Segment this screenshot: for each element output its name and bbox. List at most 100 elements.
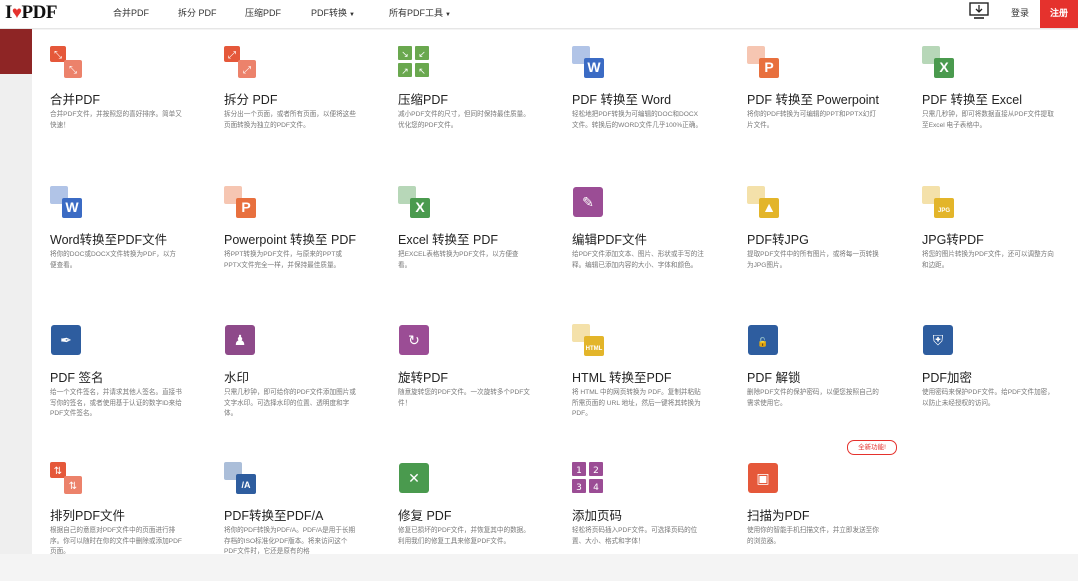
tool-card-watermark[interactable]: ♟ 水印只需几秒钟，即可给你的PDF文件添加图片或文字水印。可选择水印的位置、透… <box>206 308 380 443</box>
svg-text:⛨: ⛨ <box>933 333 944 349</box>
tool-card-powerpoint-to-pdf[interactable]: P Powerpoint 转换至 PDF 将PPT转换为PDF文件，与原来的PPT… <box>206 170 380 305</box>
svg-text:3: 3 <box>576 483 582 493</box>
svg-text:↘: ↘ <box>401 50 409 60</box>
tool-title: Powerpoint 转换至 PDF <box>224 233 356 247</box>
caret-down-icon: ▼ <box>349 12 355 18</box>
tool-title: 压缩PDF <box>398 93 449 107</box>
tool-title: 拆分 PDF <box>224 93 278 107</box>
tool-title: PDF 转换至 Word <box>572 93 672 107</box>
svg-text:↻: ↻ <box>408 333 420 349</box>
tool-card-rotate-pdf[interactable]: ↻ 旋转PDF 随意旋转您的PDF文件。一次旋转多个PDF文件！ <box>380 308 554 443</box>
tool-title: PDF 解锁 <box>747 371 801 385</box>
svg-text:▲: ▲ <box>762 199 776 215</box>
pdf-to-word-icon: W <box>572 46 604 78</box>
caret-down-icon: ▼ <box>445 12 451 18</box>
tool-title: 扫描为PDF <box>747 509 810 523</box>
tool-card-repair-pdf[interactable]: ✕ 修复 PDF 修复已损坏的PDF文件，并恢复其中的数据。利用我们的修复工具来修… <box>380 446 554 581</box>
svg-text:✎: ✎ <box>582 195 594 211</box>
tool-description: 给PDF文件添加文本、图片、形状或手写的注释。编辑已添加内容的大小、字体和颜色。 <box>572 251 704 269</box>
tool-card-pdf-to-pdfa[interactable]: /A PDF转换至PDF/A 将你的PDF转换为PDF/A。PDF/A是用于长期存… <box>206 446 380 581</box>
tool-card-pdf-to-excel[interactable]: X PDF 转换至 Excel 只需几秒钟，即可将数据直接从PDF文件提取至Exc… <box>904 30 1078 165</box>
svg-text:▣: ▣ <box>756 471 769 487</box>
tool-description: 将PPT转换为PDF文件，与原来的PPT或PPTX文件完全一样，并保持最佳质量。 <box>224 251 342 269</box>
tool-description: 只需几秒钟，即可给你的PDF文件添加图片或文字水印。可选择水印的位置、透明度和字… <box>224 389 356 417</box>
tool-card-edit-pdf[interactable]: ✎ 编辑PDF文件给PDF文件添加文本、图片、形状或手写的注释。编辑已添加内容的… <box>554 170 728 305</box>
tool-card-compress[interactable]: ↘ ↙ ↗ ↖ 压缩PDF 减小PDF文件的尺寸，但同时保持最佳质量。优化您的PD… <box>380 30 554 165</box>
svg-text:⤡: ⤡ <box>69 65 77 76</box>
svg-text:↙: ↙ <box>418 50 426 60</box>
tool-card-excel-to-pdf[interactable]: X Excel 转换至 PDF 把EXCEL表格转换为PDF文件，以方便查看。 <box>380 170 554 305</box>
svg-text:/A: /A <box>242 480 252 490</box>
tool-title: 添加页码 <box>572 509 623 523</box>
tool-card-pdf-to-jpg[interactable]: ▲ PDF转JPG 提取PDF文件中的所有图片，或将每一页转换为JPG图片。 <box>729 170 903 305</box>
tool-description: 删除PDF文件的保护密码，以便您按照自己的需求使用它。 <box>747 389 879 407</box>
svg-text:W: W <box>65 199 79 215</box>
tool-description: 使用你的智能手机扫描文件，并立即发送至你的浏览器。 <box>747 527 879 545</box>
tool-title: 旋转PDF <box>398 371 449 385</box>
protect-pdf-icon: ⛨ <box>922 324 954 356</box>
tool-description: 提取PDF文件中的所有图片，或将每一页转换为JPG图片。 <box>747 251 879 269</box>
tool-card-page-numbers[interactable]: 1 2 3 4 添加页码 轻松将页码插入PDF文件。可选择页码的位置、大小、格式和… <box>554 446 728 581</box>
repair-pdf-icon: ✕ <box>398 462 430 494</box>
tool-description: 随意旋转您的PDF文件。一次旋转多个PDF文件！ <box>398 389 530 407</box>
desktop-download-icon[interactable] <box>968 2 990 20</box>
tool-card-split[interactable]: ⤢ ⤢ 拆分 PDF 拆分出一个页面，或者所有页面，以便将这些页面转换为独立的PD… <box>206 30 380 165</box>
nav-split-pdf[interactable]: 拆分 PDF <box>178 0 217 28</box>
tool-title: 编辑PDF文件 <box>572 233 648 247</box>
logo-pdf: PDF <box>21 2 58 23</box>
tool-card-html-to-pdf[interactable]: HTML HTML 转换至PDF 将 HTML 中的网页转换为 PDF。复制并粘贴… <box>554 308 728 443</box>
tool-title: Word转换至PDF文件 <box>50 233 168 247</box>
tool-description: 减小PDF文件的尺寸，但同时保持最佳质量。优化您的PDF文件。 <box>398 111 530 129</box>
tool-title: 水印 <box>224 371 250 385</box>
nav-compress-pdf[interactable]: 压缩PDF <box>245 0 281 28</box>
svg-text:✒: ✒ <box>60 333 72 349</box>
svg-text:⤢: ⤢ <box>243 65 251 76</box>
tool-description: 轻松将页码插入PDF文件。可选择页码的位置、大小、格式和字体！ <box>572 527 698 545</box>
compress-icon: ↘ ↙ ↗ ↖ <box>398 46 430 78</box>
tool-title: Excel 转换至 PDF <box>398 233 499 247</box>
tool-card-protect-pdf[interactable]: ⛨ PDF加密 使用密码来保护PDF文件。给PDF文件加密，以防止未经授权的访问。 <box>904 308 1078 443</box>
new-feature-badge: 全新功能! <box>847 440 897 455</box>
pdf-to-pdfa-icon: /A <box>224 462 256 494</box>
login-link[interactable]: 登录 <box>1004 0 1036 28</box>
merge-icon: ⤡ ⤡ <box>50 46 82 78</box>
tool-description: 拆分出一个页面，或者所有页面，以便将这些页面转换为独立的PDF文件。 <box>224 111 356 129</box>
register-button[interactable]: 注册 <box>1040 0 1078 28</box>
ilovepdf-logo[interactable]: I♥PDF <box>5 2 57 24</box>
svg-text:↖: ↖ <box>418 67 426 77</box>
tool-title: PDF 转换至 Excel <box>922 93 1023 107</box>
svg-text:⇅: ⇅ <box>54 466 62 477</box>
watermark-icon: ♟ <box>224 324 256 356</box>
scan-to-pdf-icon: ▣ <box>747 462 779 494</box>
tool-title: PDF 转换至 Powerpoint <box>747 93 879 107</box>
pdf-to-jpg-icon: ▲ <box>747 186 779 218</box>
tool-description: 根据自己的意愿对PDF文件中的页面进行排序。你可以随时在你的文件中删除或添加PD… <box>50 527 182 555</box>
svg-text:⤡: ⤡ <box>54 50 62 61</box>
html-to-pdf-icon: HTML <box>572 324 604 356</box>
tool-description: 把EXCEL表格转换为PDF文件，以方便查看。 <box>398 251 519 269</box>
tool-card-pdf-to-word[interactable]: W PDF 转换至 Word 轻松地把PDF转换为可编辑的DOC和DOCX文件。转… <box>554 30 728 165</box>
tool-card-organize-pdf[interactable]: ⇅ ⇅ 排列PDF文件 根据自己的意愿对PDF文件中的页面进行排序。你可以随时在你… <box>32 446 206 581</box>
tool-card-word-to-pdf[interactable]: W Word转换至PDF文件将你的DOC或DOCX文件转换为PDF，以方便查看。 <box>32 170 206 305</box>
tool-card-pdf-to-powerpoint[interactable]: P PDF 转换至 Powerpoint 将你的PDF转换为可编辑的PPT和PPT… <box>729 30 903 165</box>
tool-description: 将你的DOC或DOCX文件转换为PDF，以方便查看。 <box>50 251 177 269</box>
tool-card-merge[interactable]: ⤡ ⤡ 合并PDF 合并PDF文件，并按照您的喜好排序。简单又快速！ <box>32 30 206 165</box>
tool-title: 合并PDF <box>50 93 101 107</box>
nav-all-tools-dropdown[interactable]: 所有PDF工具 ▼ <box>389 0 451 28</box>
nav-convert-pdf-dropdown[interactable]: PDF转换 ▼ <box>311 0 355 28</box>
tool-card-jpg-to-pdf[interactable]: JPG JPG转PDF 将您的图片转换为PDF文件，还可以调整方向和边距。 <box>904 170 1078 305</box>
nav-merge-pdf[interactable]: 合并PDF <box>113 0 149 28</box>
tool-title: 排列PDF文件 <box>50 509 126 523</box>
tool-card-scan-to-pdf[interactable]: ▣ 扫描为PDF 使用你的智能手机扫描文件，并立即发送至你的浏览器。 <box>729 446 903 581</box>
svg-text:P: P <box>764 59 773 75</box>
svg-text:🔓: 🔓 <box>757 336 768 348</box>
pdf-to-excel-icon: X <box>922 46 954 78</box>
tool-title: HTML 转换至PDF <box>572 371 672 385</box>
tool-card-sign-pdf[interactable]: ✒ PDF 签名 给一个文件签名，并请求其他人签名。直接书写你的签名，或者使用基于… <box>32 308 206 443</box>
excel-to-pdf-icon: X <box>398 186 430 218</box>
svg-text:W: W <box>587 59 601 75</box>
tools-grid: ⤡ ⤡ 合并PDF 合并PDF文件，并按照您的喜好排序。简单又快速！ ⤢ ⤢ 拆分… <box>32 30 1078 555</box>
svg-text:♟: ♟ <box>234 333 247 349</box>
edit-pdf-icon: ✎ <box>572 186 604 218</box>
tool-card-unlock-pdf[interactable]: 🔓 PDF 解锁删除PDF文件的保护密码，以便您按照自己的需求使用它。 <box>729 308 903 443</box>
